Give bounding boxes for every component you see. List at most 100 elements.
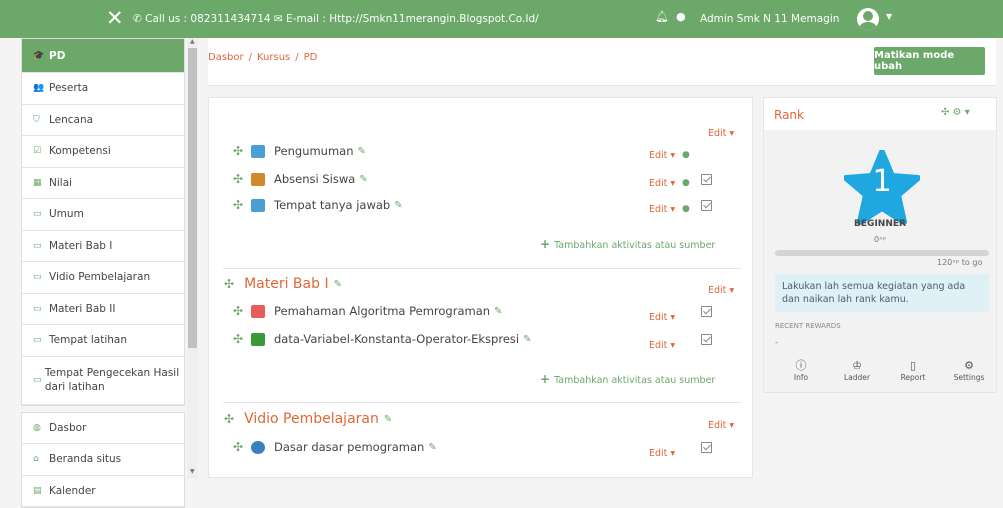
tab-report[interactable]: ▯Report bbox=[893, 360, 933, 382]
sidebar-item-tempat-pengecekan-hasil-dari-latihan[interactable]: ▭Tempat Pengecekan Hasil dari latihan bbox=[22, 357, 184, 405]
pencil-icon[interactable]: ✎ bbox=[334, 279, 342, 290]
person-icon[interactable]: ● bbox=[682, 204, 690, 214]
sidebar-item-lencana[interactable]: ⛉Lencana bbox=[22, 105, 184, 137]
completion-checkbox[interactable] bbox=[701, 200, 712, 211]
section-title[interactable]: Vidio Pembelajaran bbox=[244, 411, 379, 427]
xp-value: 0ˣᵖ bbox=[764, 235, 996, 244]
activity-absensi-siswa[interactable]: ✣ Absensi Siswa ✎ bbox=[233, 172, 368, 186]
activity-pemahaman-algoritma[interactable]: ✣ Pemahaman Algoritma Pemrograman ✎ bbox=[233, 304, 502, 318]
pencil-icon[interactable]: ✎ bbox=[384, 414, 392, 425]
pencil-icon[interactable]: ✎ bbox=[358, 146, 366, 157]
sidebar-item-pd[interactable]: 🎓PD bbox=[22, 39, 184, 73]
rank-info-message: Lakukan lah semua kegiatan yang ada dan … bbox=[775, 274, 989, 312]
sidebar-item-kompetensi[interactable]: ☑Kompetensi bbox=[22, 136, 184, 168]
close-icon[interactable]: ✕ bbox=[106, 6, 124, 30]
move-icon[interactable]: ✣ bbox=[233, 332, 251, 346]
pencil-icon[interactable]: ✎ bbox=[359, 174, 367, 185]
completion-checkbox[interactable] bbox=[701, 334, 712, 345]
contact-text: Call us : 082311434714 ✉ E-mail : Http:/… bbox=[145, 13, 539, 25]
completion-checkbox[interactable] bbox=[701, 174, 712, 185]
breadcrumb-pd[interactable]: PD bbox=[304, 52, 318, 63]
activity-name[interactable]: data-Variabel-Konstanta-Operator-Ekspres… bbox=[274, 332, 519, 346]
add-activity-label[interactable]: Tambahkan aktivitas atau sumber bbox=[554, 375, 715, 386]
activity-edit-menu[interactable]: Edit ▾ bbox=[649, 178, 675, 189]
scroll-up-icon[interactable]: ▲ bbox=[190, 38, 195, 45]
activity-name[interactable]: Dasar dasar pemograman bbox=[274, 440, 424, 454]
sidebar-item-dasbor[interactable]: ◍Dasbor bbox=[22, 413, 184, 445]
section-edit-menu[interactable]: Edit ▾ bbox=[708, 128, 734, 139]
bell-icon[interactable]: 🔔︎ bbox=[655, 10, 669, 23]
completion-checkbox[interactable] bbox=[701, 306, 712, 317]
activity-name[interactable]: Absensi Siswa bbox=[274, 172, 355, 186]
tab-info[interactable]: ⓘInfo bbox=[781, 360, 821, 382]
sidebar-item-umum[interactable]: ▭Umum bbox=[22, 199, 184, 231]
move-icon[interactable]: ✣ bbox=[233, 144, 251, 158]
sidebar-item-label: PD bbox=[49, 50, 65, 62]
user-name[interactable]: Admin Smk N 11 Memagin bbox=[700, 13, 839, 25]
chat-icon[interactable]: ● bbox=[676, 10, 686, 23]
move-icon[interactable]: ✣ bbox=[224, 412, 234, 426]
folder-icon: ▭ bbox=[33, 272, 47, 282]
breadcrumb-dasbor[interactable]: Dasbor bbox=[208, 52, 244, 63]
recent-rewards-empty: - bbox=[775, 338, 778, 348]
sidebar-item-materi-bab-i[interactable]: ▭Materi Bab I bbox=[22, 231, 184, 263]
pencil-icon[interactable]: ✎ bbox=[428, 442, 436, 453]
sidebar-scrollbar[interactable]: ▲ ▼ bbox=[187, 38, 198, 478]
sidebar-item-tempat-latihan[interactable]: ▭Tempat latihan bbox=[22, 325, 184, 357]
page-header: Dasbor/Kursus/PD Matikan mode ubah bbox=[208, 38, 996, 86]
section-edit-menu[interactable]: Edit ▾ bbox=[708, 420, 734, 431]
tab-label: Ladder bbox=[844, 373, 870, 382]
move-icon[interactable]: ✣ bbox=[233, 198, 251, 212]
activity-edit-menu[interactable]: Edit ▾ bbox=[649, 340, 675, 351]
tab-ladder[interactable]: ♔Ladder bbox=[837, 360, 877, 382]
completion-checkbox[interactable] bbox=[701, 442, 712, 453]
activity-tempat-tanya-jawab[interactable]: ✣ Tempat tanya jawab ✎ bbox=[233, 198, 403, 212]
move-icon[interactable]: ✣ bbox=[233, 304, 251, 318]
section-title-materi-bab-1[interactable]: ✣ Materi Bab I ✎ bbox=[224, 276, 342, 292]
level-name: BEGINNER bbox=[764, 219, 996, 229]
caret-down-icon[interactable]: ▼ bbox=[886, 12, 892, 21]
activity-edit-menu[interactable]: Edit ▾ bbox=[649, 150, 675, 161]
move-icon[interactable]: ✣ bbox=[224, 277, 234, 291]
avatar-icon[interactable] bbox=[857, 8, 879, 30]
scroll-down-icon[interactable]: ▼ bbox=[190, 468, 195, 475]
move-icon[interactable]: ✣ bbox=[233, 172, 251, 186]
add-activity-label[interactable]: Tambahkan aktivitas atau sumber bbox=[554, 240, 715, 251]
pencil-icon[interactable]: ✎ bbox=[523, 334, 531, 345]
sidebar-item-materi-bab-ii[interactable]: ▭Materi Bab II bbox=[22, 294, 184, 326]
toggle-edit-mode-button[interactable]: Matikan mode ubah bbox=[874, 47, 985, 75]
block-actions-icon[interactable]: ✣ ⚙ ▾ bbox=[941, 107, 970, 118]
sidebar-item-kalender[interactable]: ▤Kalender bbox=[22, 476, 184, 508]
activity-edit-menu[interactable]: Edit ▾ bbox=[649, 448, 675, 459]
activity-edit-menu[interactable]: Edit ▾ bbox=[649, 312, 675, 323]
section-edit-menu[interactable]: Edit ▾ bbox=[708, 285, 734, 296]
file-image-icon bbox=[251, 305, 265, 318]
activity-data-variabel[interactable]: ✣ data-Variabel-Konstanta-Operator-Ekspr… bbox=[233, 332, 531, 346]
tab-settings[interactable]: ⚙Settings bbox=[949, 360, 989, 382]
activity-pengumuman[interactable]: ✣ Pengumuman ✎ bbox=[233, 144, 366, 158]
pencil-icon[interactable]: ✎ bbox=[494, 306, 502, 317]
scrollbar-thumb[interactable] bbox=[188, 48, 197, 348]
graduation-cap-icon: 🎓 bbox=[33, 51, 47, 61]
activity-name[interactable]: Tempat tanya jawab bbox=[274, 198, 390, 212]
sidebar-item-peserta[interactable]: 👥Peserta bbox=[22, 73, 184, 105]
rank-tabs: ⓘInfo ♔Ladder ▯Report ⚙Settings bbox=[775, 360, 989, 386]
breadcrumb-kursus[interactable]: Kursus bbox=[257, 52, 290, 63]
sidebar-item-beranda-situs[interactable]: ⌂Beranda situs bbox=[22, 444, 184, 476]
sidebar-item-vidio-pembelajaran[interactable]: ▭Vidio Pembelajaran bbox=[22, 262, 184, 294]
section-title[interactable]: Materi Bab I bbox=[244, 276, 329, 292]
forum-icon bbox=[251, 145, 265, 158]
person-icon[interactable]: ● bbox=[682, 150, 690, 160]
sidebar: 🎓PD👥Peserta⛉Lencana☑Kompetensi▦Nilai▭Umu… bbox=[21, 38, 185, 478]
activity-name[interactable]: Pengumuman bbox=[274, 144, 354, 158]
activity-name[interactable]: Pemahaman Algoritma Pemrograman bbox=[274, 304, 490, 318]
sidebar-item-nilai[interactable]: ▦Nilai bbox=[22, 168, 184, 200]
move-icon[interactable]: ✣ bbox=[233, 440, 251, 454]
add-activity-link[interactable]: +Tambahkan aktivitas atau sumber bbox=[540, 372, 715, 386]
person-icon[interactable]: ● bbox=[682, 178, 690, 188]
pencil-icon[interactable]: ✎ bbox=[394, 200, 402, 211]
activity-dasar-pemograman[interactable]: ✣ Dasar dasar pemograman ✎ bbox=[233, 440, 437, 454]
activity-edit-menu[interactable]: Edit ▾ bbox=[649, 204, 675, 215]
add-activity-link[interactable]: +Tambahkan aktivitas atau sumber bbox=[540, 237, 715, 251]
section-title-vidio-pembelajaran[interactable]: ✣ Vidio Pembelajaran ✎ bbox=[224, 411, 392, 427]
